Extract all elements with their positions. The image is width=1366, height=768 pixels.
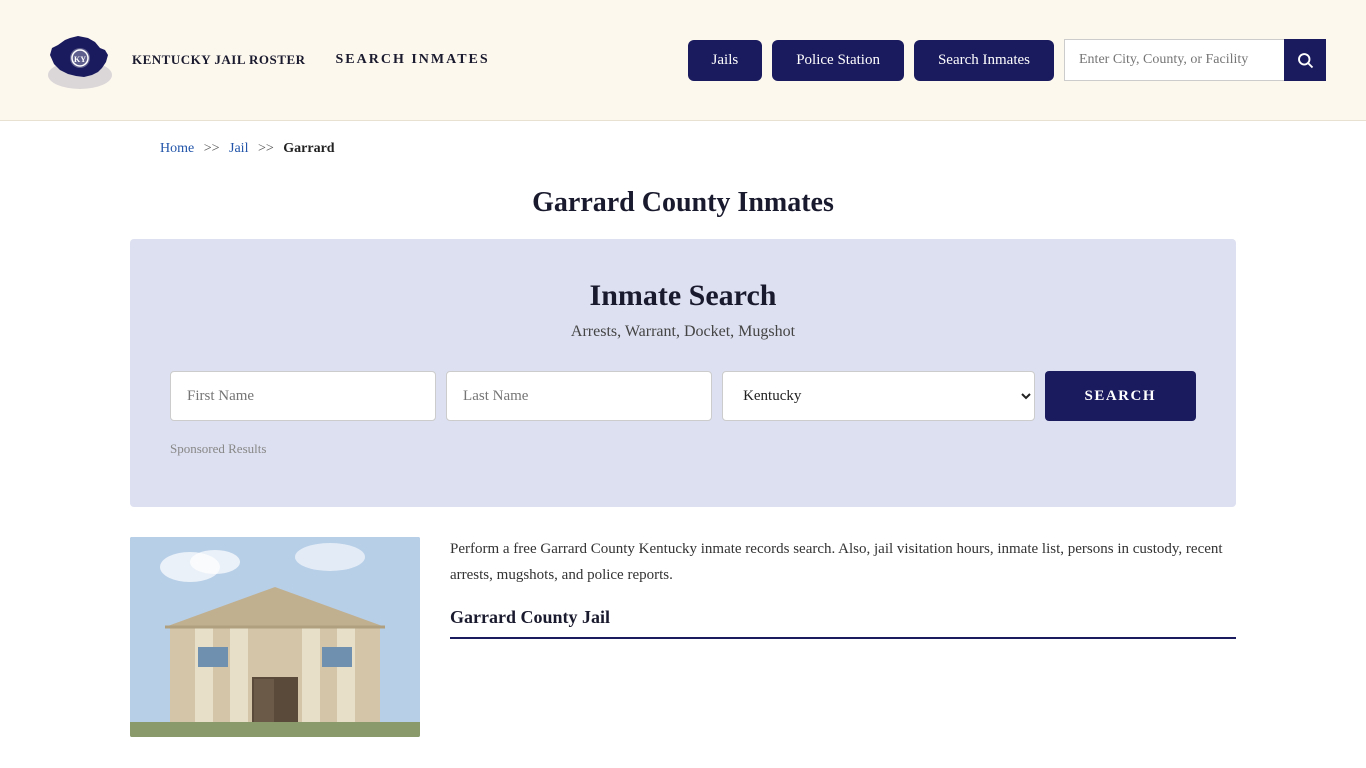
site-title: SEARCH INMATES bbox=[336, 52, 490, 68]
inmate-search-form: AlabamaAlaskaArizonaArkansasCaliforniaCo… bbox=[170, 371, 1196, 421]
logo-text: KENTUCKY JAIL ROSTER bbox=[132, 51, 306, 69]
police-station-button[interactable]: Police Station bbox=[772, 40, 904, 81]
breadcrumb-sep2: >> bbox=[258, 141, 274, 156]
search-submit-button[interactable]: SEARCH bbox=[1045, 371, 1197, 421]
content-sub-heading: Garrard County Jail bbox=[450, 602, 1236, 639]
main-nav: Jails Police Station Search Inmates bbox=[688, 39, 1326, 81]
header-search-input[interactable] bbox=[1064, 39, 1284, 81]
svg-text:KY: KY bbox=[74, 55, 86, 64]
sponsored-label: Sponsored Results bbox=[170, 441, 1196, 457]
breadcrumb-bar: Home >> Jail >> Garrard bbox=[0, 121, 1366, 177]
inmate-search-section: Inmate Search Arrests, Warrant, Docket, … bbox=[130, 239, 1236, 507]
jails-button[interactable]: Jails bbox=[688, 40, 763, 81]
header-search-wrapper bbox=[1064, 39, 1326, 81]
header-search-button[interactable] bbox=[1284, 39, 1326, 81]
state-select[interactable]: AlabamaAlaskaArizonaArkansasCaliforniaCo… bbox=[722, 371, 1034, 421]
breadcrumb-jail[interactable]: Jail bbox=[229, 141, 248, 156]
search-icon bbox=[1296, 51, 1314, 69]
content-section: Perform a free Garrard County Kentucky i… bbox=[130, 537, 1236, 737]
search-inmates-button[interactable]: Search Inmates bbox=[914, 40, 1054, 81]
breadcrumb-current: Garrard bbox=[283, 141, 334, 156]
last-name-input[interactable] bbox=[446, 371, 712, 421]
inmate-search-title: Inmate Search bbox=[170, 279, 1196, 313]
breadcrumb: Home >> Jail >> Garrard bbox=[160, 141, 1206, 157]
page-title-section: Garrard County Inmates bbox=[0, 177, 1366, 239]
logo-icon: KY bbox=[40, 20, 120, 100]
breadcrumb-home[interactable]: Home bbox=[160, 141, 194, 156]
breadcrumb-sep1: >> bbox=[204, 141, 220, 156]
page-title: Garrard County Inmates bbox=[0, 187, 1366, 219]
inmate-search-subtitle: Arrests, Warrant, Docket, Mugshot bbox=[170, 323, 1196, 341]
jail-image bbox=[130, 537, 420, 737]
logo-link[interactable]: KY KENTUCKY JAIL ROSTER bbox=[40, 20, 306, 100]
first-name-input[interactable] bbox=[170, 371, 436, 421]
content-text-area: Perform a free Garrard County Kentucky i… bbox=[450, 537, 1236, 639]
content-description: Perform a free Garrard County Kentucky i… bbox=[450, 537, 1236, 588]
header: KY KENTUCKY JAIL ROSTER SEARCH INMATES J… bbox=[0, 0, 1366, 121]
building-illustration bbox=[130, 537, 420, 737]
